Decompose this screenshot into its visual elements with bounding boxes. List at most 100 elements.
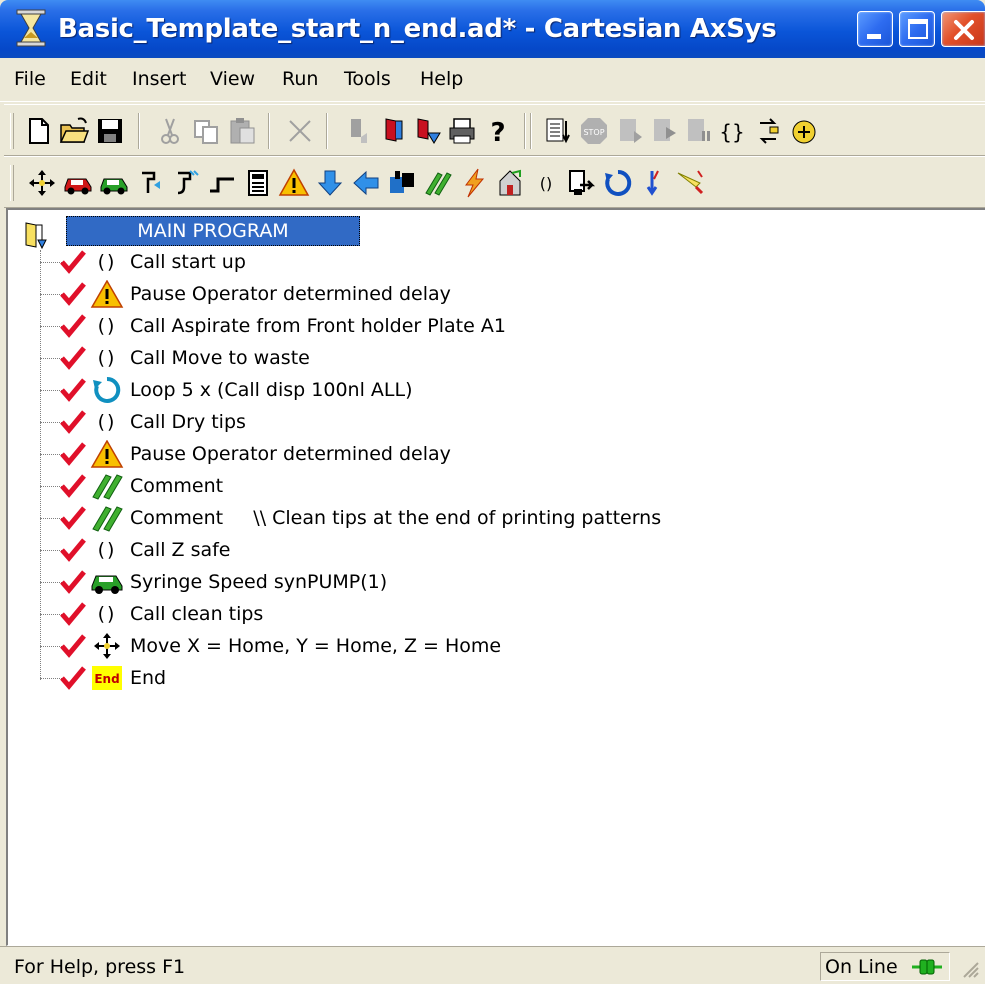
pen-command-button[interactable] xyxy=(674,167,706,199)
home-command-button[interactable] xyxy=(494,167,526,199)
drop-command-button[interactable] xyxy=(638,167,670,199)
down-arrow-command-button[interactable] xyxy=(314,167,346,199)
save-button[interactable] xyxy=(94,115,126,147)
step-down-button[interactable] xyxy=(342,115,374,147)
aspirate-command-button[interactable] xyxy=(134,167,166,199)
step-out-icon xyxy=(417,118,441,144)
call-icon: () xyxy=(540,174,552,193)
variables-button[interactable]: {} xyxy=(716,115,748,147)
check-icon[interactable] xyxy=(58,280,88,308)
continue-icon xyxy=(654,119,676,141)
check-icon[interactable] xyxy=(58,504,88,532)
open-button[interactable] xyxy=(58,115,90,147)
svg-text:End: End xyxy=(94,672,119,686)
paste-button[interactable] xyxy=(226,115,258,147)
call-icon: () xyxy=(97,539,117,561)
comment-command-button[interactable] xyxy=(422,167,454,199)
step-button[interactable] xyxy=(614,115,646,147)
check-icon[interactable] xyxy=(58,472,88,500)
tree-item[interactable]: End End xyxy=(8,662,908,694)
check-icon[interactable] xyxy=(58,408,88,436)
help-button[interactable]: ? xyxy=(482,115,514,147)
calculator-command-button[interactable] xyxy=(242,167,274,199)
step-into-button[interactable] xyxy=(378,115,410,147)
pause-command-button[interactable] xyxy=(278,167,310,199)
delete-button[interactable] xyxy=(284,115,316,147)
menu-tools[interactable]: Tools xyxy=(344,68,391,90)
swap-button[interactable] xyxy=(752,115,784,147)
menu-insert[interactable]: Insert xyxy=(132,68,187,90)
check-icon[interactable] xyxy=(58,344,88,372)
new-file-button[interactable] xyxy=(22,115,54,147)
move-command-button[interactable] xyxy=(26,167,58,199)
tree-item[interactable]: Comment \\ Clean tips at the end of prin… xyxy=(8,502,908,534)
green-car-command-button[interactable] xyxy=(98,167,130,199)
red-car-command-button[interactable] xyxy=(62,167,94,199)
tree-item[interactable]: () Call Move to waste xyxy=(8,342,908,374)
call-icon: () xyxy=(97,603,117,625)
close-button[interactable] xyxy=(941,11,985,47)
tree-item[interactable]: () Call start up xyxy=(8,246,908,278)
calculator-icon xyxy=(248,170,268,196)
maximize-button[interactable] xyxy=(899,11,935,47)
menu-view[interactable]: View xyxy=(210,68,255,90)
dispense-command-button[interactable] xyxy=(170,167,202,199)
menu-run[interactable]: Run xyxy=(282,68,318,90)
lightning-command-button[interactable] xyxy=(458,167,490,199)
tree-item[interactable]: Syringe Speed synPUMP(1) xyxy=(8,566,908,598)
program-tree[interactable]: MAIN PROGRAM () Call start up Pause Oper… xyxy=(6,208,985,946)
tree-item[interactable]: Move X = Home, Y = Home, Z = Home xyxy=(8,630,908,662)
tree-item[interactable]: Comment xyxy=(8,470,908,502)
check-icon[interactable] xyxy=(58,536,88,564)
minimize-button[interactable] xyxy=(857,11,893,47)
stop-button[interactable]: STOP xyxy=(578,115,610,147)
tree-item[interactable]: () Call Aspirate from Front holder Plate… xyxy=(8,310,908,342)
print-button[interactable] xyxy=(446,115,478,147)
pause-button[interactable] xyxy=(682,115,714,147)
cut-button[interactable] xyxy=(154,115,186,147)
resize-grip-icon[interactable] xyxy=(958,957,980,979)
check-icon[interactable] xyxy=(58,440,88,468)
continue-button[interactable] xyxy=(648,115,680,147)
run-list-button[interactable] xyxy=(542,115,574,147)
check-icon[interactable] xyxy=(58,632,88,660)
tree-item-label: Pause Operator determined delay xyxy=(130,283,451,305)
check-icon[interactable] xyxy=(58,568,88,596)
call-command-button[interactable]: () xyxy=(530,167,562,199)
left-arrow-command-button[interactable] xyxy=(350,167,382,199)
tree-item-label: Loop 5 x (Call disp 100nl ALL) xyxy=(130,379,413,401)
loop-command-button[interactable] xyxy=(602,167,634,199)
check-icon[interactable] xyxy=(58,600,88,628)
check-icon[interactable] xyxy=(58,312,88,340)
tree-item[interactable]: Loop 5 x (Call disp 100nl ALL) xyxy=(8,374,908,406)
step-out-button[interactable] xyxy=(412,115,444,147)
menu-help[interactable]: Help xyxy=(420,68,463,90)
check-icon[interactable] xyxy=(58,664,88,692)
tree-item[interactable]: () Call Dry tips xyxy=(8,406,908,438)
toolbar-grip[interactable] xyxy=(10,165,14,201)
wait-command-button[interactable] xyxy=(206,167,238,199)
tree-root-main-program[interactable]: MAIN PROGRAM xyxy=(66,216,360,246)
copy-button[interactable] xyxy=(190,115,222,147)
paste-icon xyxy=(230,118,255,144)
output-command-button[interactable] xyxy=(566,167,598,199)
connection-status-panel: On Line xyxy=(820,952,950,981)
tree-item[interactable]: () Call Z safe xyxy=(8,534,908,566)
status-bar: For Help, press F1 On Line xyxy=(0,946,985,984)
svg-text:?: ? xyxy=(490,118,505,147)
warning-icon xyxy=(90,440,124,468)
tree-item[interactable]: Pause Operator determined delay xyxy=(8,278,908,310)
tree-item[interactable]: Pause Operator determined delay xyxy=(8,438,908,470)
valve-command-button[interactable] xyxy=(386,167,418,199)
menu-file[interactable]: File xyxy=(14,68,46,90)
menu-edit[interactable]: Edit xyxy=(70,68,107,90)
title-bar[interactable]: Basic_Template_start_n_end.ad* - Cartesi… xyxy=(0,0,985,58)
settings-button[interactable] xyxy=(788,115,820,147)
toolbar-grip[interactable] xyxy=(10,113,14,149)
move-icon xyxy=(94,633,120,659)
tree-item[interactable]: () Call clean tips xyxy=(8,598,908,630)
check-icon[interactable] xyxy=(58,376,88,404)
check-icon[interactable] xyxy=(58,248,88,276)
pen-icon xyxy=(677,170,704,195)
delete-icon xyxy=(289,120,311,142)
